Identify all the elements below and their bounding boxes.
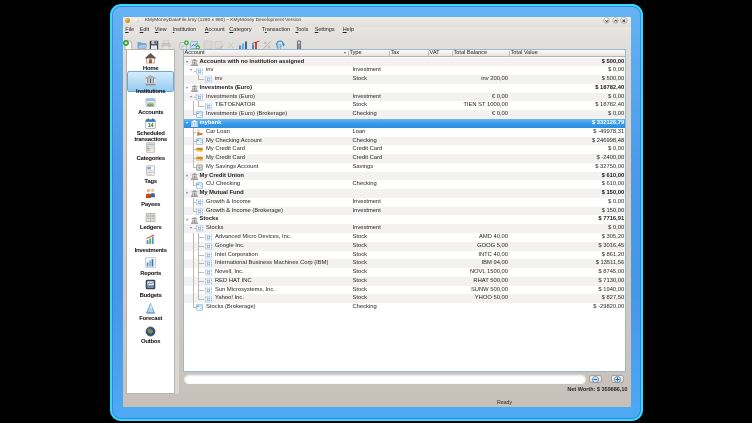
svg-text:14: 14 bbox=[148, 123, 154, 129]
